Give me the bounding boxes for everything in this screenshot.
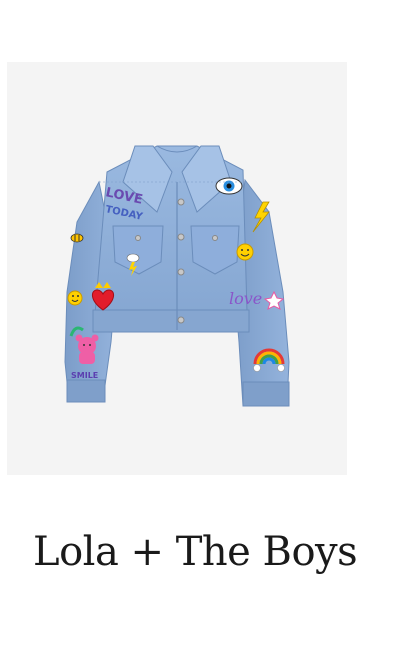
evil-eye-patch — [215, 177, 243, 195]
denim-jacket-illustration: LOVE TODAY love SMILE — [64, 145, 290, 407]
right-cuff — [242, 381, 290, 407]
smiley-left-patch — [67, 290, 83, 306]
product-card[interactable]: LOVE TODAY love SMILE Lola + The Boys — [0, 0, 400, 672]
smiley-right-patch — [236, 243, 254, 261]
left-cuff — [66, 379, 106, 403]
product-image[interactable]: LOVE TODAY love SMILE — [7, 62, 347, 475]
bee-patch — [70, 233, 84, 243]
smile-text: SMILE — [71, 371, 98, 380]
love-script-text: love — [229, 289, 262, 308]
brand-name[interactable]: Lola + The Boys — [33, 522, 358, 582]
waistband — [92, 309, 250, 333]
